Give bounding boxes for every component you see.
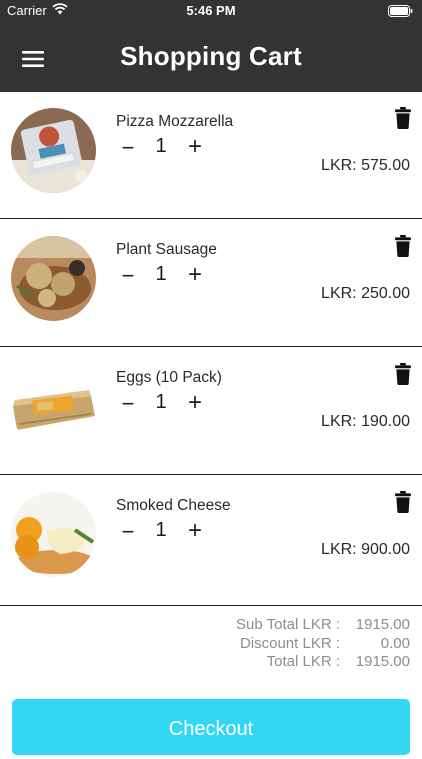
battery-icon xyxy=(388,5,413,20)
status-bar: Carrier 5:46 PM xyxy=(0,0,422,22)
discount-label: Discount LKR : xyxy=(239,634,340,652)
trash-icon[interactable] xyxy=(395,107,411,129)
quantity-value: 1 xyxy=(155,135,167,157)
status-time: 5:46 PM xyxy=(186,3,236,18)
cart-item: Eggs (10 Pack) − 1 + LKR: 190.00 xyxy=(0,348,422,475)
increase-quantity-button[interactable]: + xyxy=(186,133,204,161)
subtotal-value: 1915.00 xyxy=(355,616,410,633)
checkout-button[interactable]: Checkout xyxy=(12,699,410,755)
product-image-eggs xyxy=(11,364,96,449)
product-name: Smoked Cheese xyxy=(116,497,231,514)
product-image-pizza-mozzarella xyxy=(11,108,96,193)
order-totals: Sub Total LKR : 1915.00 Discount LKR : 0… xyxy=(0,616,422,672)
trash-icon[interactable] xyxy=(395,491,411,513)
increase-quantity-button[interactable]: + xyxy=(186,261,204,289)
cart-item: Plant Sausage − 1 + LKR: 250.00 xyxy=(0,220,422,347)
page-title: Shopping Cart xyxy=(120,41,302,71)
quantity-value: 1 xyxy=(155,391,167,413)
increase-quantity-button[interactable]: + xyxy=(186,389,204,417)
product-name: Eggs (10 Pack) xyxy=(116,369,222,386)
trash-icon[interactable] xyxy=(395,235,411,257)
total-row: Total LKR : 1915.00 xyxy=(0,653,422,672)
product-price: LKR: 190.00 xyxy=(321,413,410,430)
cart-item: Pizza Mozzarella − 1 + LKR: 575.00 xyxy=(0,92,422,219)
subtotal-label: Sub Total LKR : xyxy=(236,616,340,633)
discount-value: 0.00 xyxy=(380,634,410,652)
decrease-quantity-button[interactable]: − xyxy=(119,391,137,417)
quantity-value: 1 xyxy=(155,263,167,285)
cart-item: Smoked Cheese − 1 + LKR: 900.00 xyxy=(0,476,422,606)
trash-icon[interactable] xyxy=(395,363,411,385)
product-name: Plant Sausage xyxy=(116,241,217,258)
decrease-quantity-button[interactable]: − xyxy=(119,135,137,161)
quantity-value: 1 xyxy=(155,519,167,541)
product-price: LKR: 250.00 xyxy=(321,285,410,302)
increase-quantity-button[interactable]: + xyxy=(186,517,204,545)
total-value: 1915.00 xyxy=(355,653,410,670)
decrease-quantity-button[interactable]: − xyxy=(119,519,137,545)
product-image-plant-sausage xyxy=(11,236,96,321)
subtotal-row: Sub Total LKR : 1915.00 xyxy=(0,616,422,635)
total-label: Total LKR : xyxy=(266,653,340,670)
product-price: LKR: 575.00 xyxy=(321,157,410,174)
decrease-quantity-button[interactable]: − xyxy=(119,263,137,289)
product-name: Pizza Mozzarella xyxy=(116,113,234,130)
product-image-smoked-cheese xyxy=(11,492,96,577)
header-bar: Shopping Cart xyxy=(0,22,422,92)
discount-row: Discount LKR : 0.00 xyxy=(0,635,422,654)
product-price: LKR: 900.00 xyxy=(321,541,410,558)
